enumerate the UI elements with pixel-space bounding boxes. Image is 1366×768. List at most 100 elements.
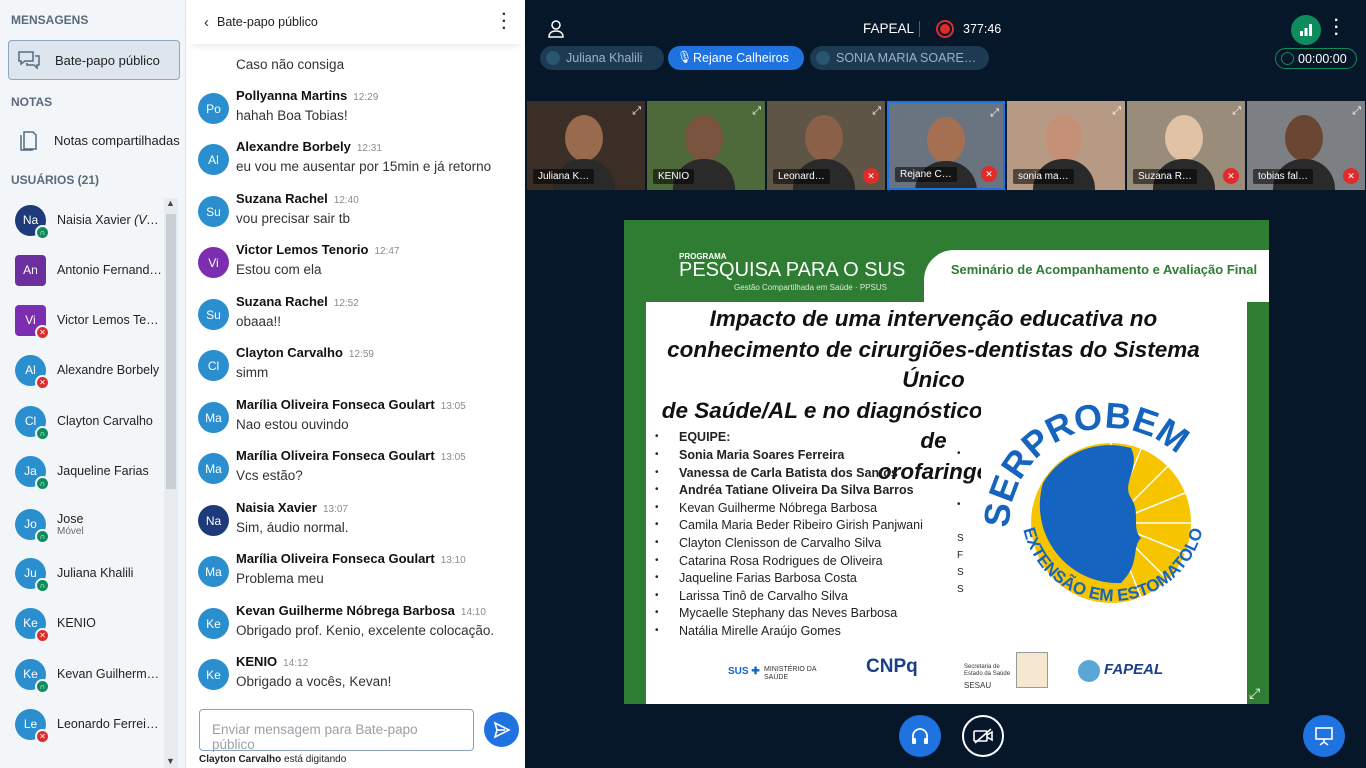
more-options-icon[interactable]: · · ·: [502, 7, 507, 37]
back-chevron-icon[interactable]: ‹: [204, 14, 209, 31]
messages-section-title: MENSAGENS: [11, 13, 89, 27]
talker-pill[interactable]: SONIA MARIA SOARE…: [810, 46, 989, 70]
participant-name: Rejane C…: [895, 167, 957, 182]
fullscreen-icon[interactable]: ⤢: [1249, 685, 1260, 702]
scrollbar-thumb[interactable]: [166, 214, 176, 489]
expand-icon[interactable]: ⤢: [872, 105, 881, 118]
avatar: Na ∩: [15, 204, 50, 240]
expand-icon[interactable]: ⤢: [1232, 105, 1241, 118]
expand-icon[interactable]: ⤢: [752, 105, 761, 118]
send-button[interactable]: [484, 712, 519, 747]
talker-name: Juliana Khalili: [566, 51, 643, 65]
sender-name: Victor Lemos Tenorio: [236, 242, 369, 257]
user-icon[interactable]: [548, 20, 564, 43]
public-chat-button[interactable]: Bate-papo público: [8, 40, 180, 80]
expand-icon[interactable]: ⤢: [1352, 105, 1361, 118]
seminar-title: Seminário de Acompanhamento e Avaliação …: [950, 262, 1258, 277]
participant-video: [927, 117, 965, 163]
team-member: Jaqueline Farias Barbosa Costa: [679, 571, 857, 586]
video-tile[interactable]: ⤢ Rejane C… ✕: [887, 101, 1005, 190]
message-time: 12:52: [333, 298, 359, 309]
message-time: 13:05: [440, 452, 466, 463]
talker-pill[interactable]: Juliana Khalili: [540, 46, 664, 70]
options-menu-icon[interactable]: · · ·: [1334, 13, 1339, 43]
expand-icon[interactable]: ⤢: [1112, 105, 1121, 118]
user-list-scrollbar[interactable]: ▲ ▼: [164, 198, 178, 768]
bullet-icon: •: [655, 519, 659, 531]
record-time: 377:46: [963, 22, 1002, 36]
team-member: Mycaelle Stephany das Neves Barbosa: [679, 606, 898, 621]
camera-button[interactable]: [962, 715, 1004, 757]
message-time: 12:31: [356, 143, 382, 154]
user-list-item[interactable]: Ja ∩ Jaqueline Farias: [15, 451, 165, 491]
avatar: Al ✕: [15, 354, 50, 390]
speaker-icon: [546, 51, 560, 65]
team-member: Clayton Clenisson de Carvalho Silva: [679, 536, 882, 550]
message-header: Suzana Rachel 12:40: [236, 191, 359, 206]
participant-video: [1285, 115, 1323, 161]
message-text: simm: [236, 365, 269, 380]
presentation-button[interactable]: [1303, 715, 1345, 757]
video-tile[interactable]: ⤢ sonia ma…: [1007, 101, 1125, 190]
alagoas-crest-icon: [1016, 652, 1048, 688]
message-time: 13:10: [440, 555, 466, 566]
cnpq-logo: CNPq: [866, 656, 918, 677]
user-list-item[interactable]: Jo ∩ Jose Móvel: [15, 504, 165, 544]
user-list-item[interactable]: An Antonio Fernand…: [15, 250, 165, 290]
bullet-icon: •: [655, 554, 659, 566]
message-header: Kevan Guilherme Nóbrega Barbosa 14:10: [236, 603, 486, 618]
message-input[interactable]: Enviar mensagem para Bate-papo público: [199, 709, 474, 752]
user-list-item[interactable]: Ju ∩ Juliana Khalili: [15, 553, 165, 593]
program-subtitle: Gestão Compartilhada em Saúde · PPSUS: [734, 283, 887, 292]
shared-notes-button[interactable]: Notas compartilhadas: [8, 120, 180, 160]
message-text: obaaa!!: [236, 314, 282, 329]
avatar: Vi ✕: [15, 304, 50, 340]
bullet-icon: •: [655, 484, 659, 496]
avatar: Su: [198, 299, 229, 330]
chat-panel: ‹ Bate-papo público · · · Caso não consiga…: [186, 0, 705, 768]
meeting-timer: 00:00:00: [1275, 48, 1357, 69]
team-member: Camila Maria Beder Ribeiro Girish Panjwa…: [679, 518, 923, 533]
message-text: eu vou me ausentar por 15min e já retorn…: [236, 159, 492, 174]
message-text: hahah Boa Tobias!: [236, 108, 348, 123]
connection-status-button[interactable]: [1291, 15, 1321, 45]
participant-video: [1165, 115, 1203, 161]
clock-icon: [1281, 52, 1294, 65]
audio-button[interactable]: [899, 715, 941, 757]
message-time: 12:59: [348, 349, 374, 360]
user-list-item[interactable]: Na∩ Naisia Xavier (Você): [15, 200, 165, 240]
video-tile[interactable]: ⤢ Juliana K…: [527, 101, 645, 190]
user-list-item[interactable]: Cl ∩ Clayton Carvalho: [15, 401, 165, 441]
video-tile[interactable]: ⤢ tobias fal… ✕: [1247, 101, 1365, 190]
sus-logo: SUS ✚: [728, 666, 760, 677]
user-list-item[interactable]: Ke ∩ Kevan Guilherme…: [15, 654, 165, 694]
user-list-item[interactable]: Le ✕ Leonardo Ferreir…: [15, 704, 165, 744]
notes-section-title: NOTAS: [11, 95, 53, 109]
public-chat-label: Bate-papo público: [55, 52, 160, 68]
record-button[interactable]: [936, 20, 954, 38]
expand-icon[interactable]: ⤢: [632, 105, 641, 118]
sender-name: Clayton Carvalho: [236, 345, 343, 360]
participant-name: KENIO: [653, 169, 695, 184]
talker-pill-active[interactable]: 🎙 Rejane Calheiros: [668, 46, 804, 70]
sus-text: SUS: [728, 666, 749, 677]
team-member: Larissa Tinô de Carvalho Silva: [679, 588, 848, 603]
bullet-icon: •: [655, 501, 659, 513]
user-list-item[interactable]: Al ✕ Alexandre Borbely: [15, 350, 165, 390]
video-tile[interactable]: ⤢ Leonard… ✕: [767, 101, 885, 190]
expand-icon[interactable]: ⤢: [990, 107, 999, 120]
video-tile[interactable]: ⤢ Suzana R… ✕: [1127, 101, 1245, 190]
user-list-item[interactable]: Vi ✕ Victor Lemos Ten…: [15, 300, 165, 340]
message-header: Clayton Carvalho 12:59: [236, 345, 374, 360]
message-time: 12:40: [333, 195, 359, 206]
scroll-up-icon[interactable]: ▲: [166, 198, 175, 208]
video-tile[interactable]: ⤢ KENIO: [647, 101, 765, 190]
headphones-icon: [912, 728, 928, 744]
scroll-down-icon[interactable]: ▼: [166, 756, 175, 766]
title-line: Impacto de uma intervenção educativa no: [709, 306, 1158, 331]
headset-icon: ∩: [35, 678, 50, 694]
user-list-item[interactable]: Ke ✕ KENIO: [15, 603, 165, 643]
fapeal-logo-icon: [1078, 660, 1100, 682]
avatar: Ke: [198, 659, 229, 690]
talker-name: Rejane Calheiros: [693, 51, 789, 65]
